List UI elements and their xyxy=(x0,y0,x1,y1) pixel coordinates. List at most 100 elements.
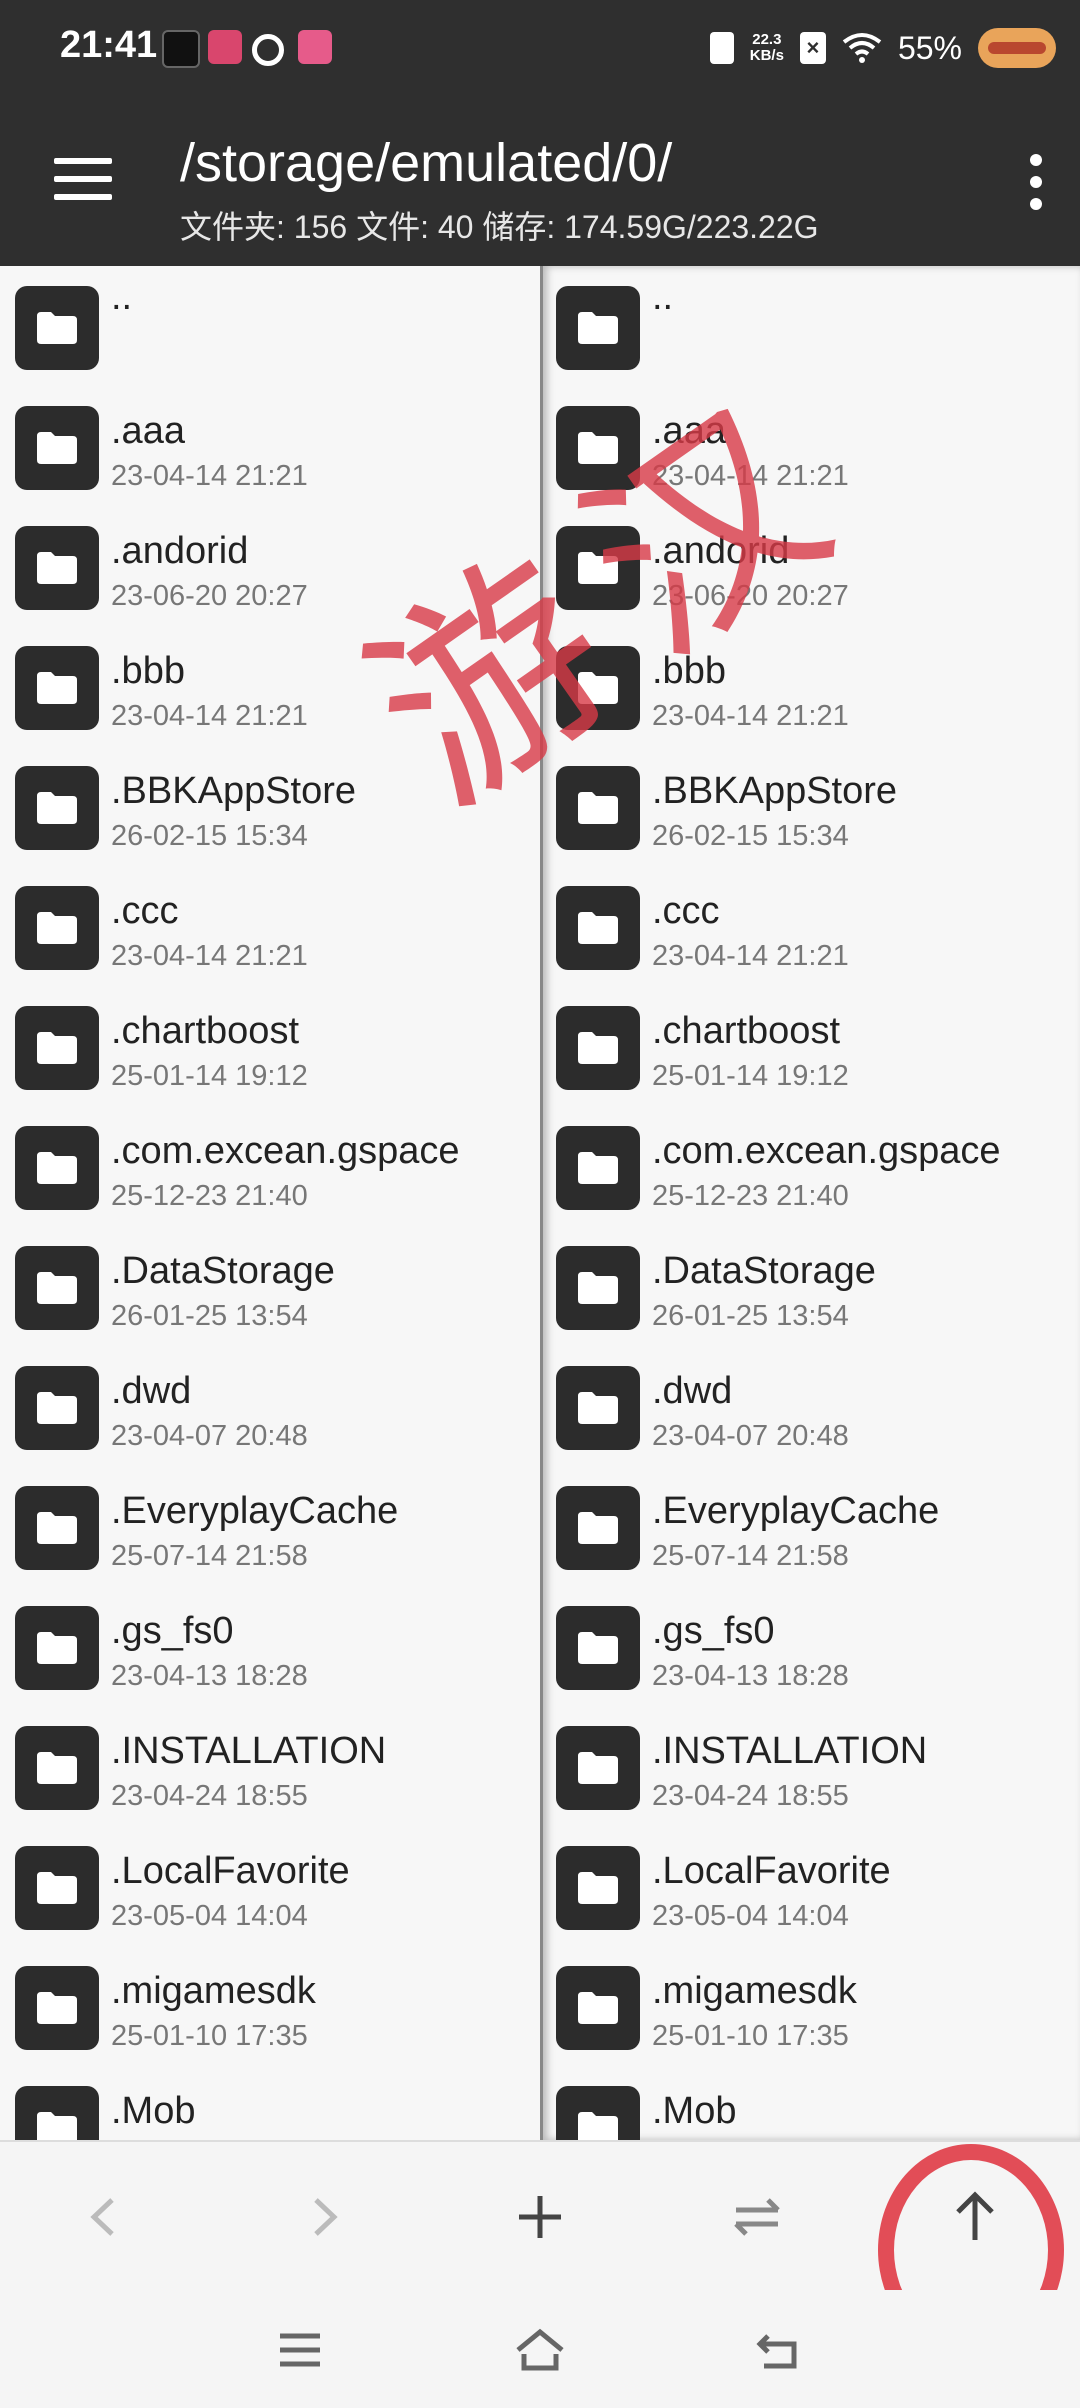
folder-icon xyxy=(556,1966,640,2050)
file-list-item[interactable]: .EveryplayCache 25-07-14 21:58 xyxy=(543,1466,1080,1586)
file-list-item[interactable]: .Mob xyxy=(0,2066,540,2140)
file-list-item[interactable]: .BBKAppStore 26-02-15 15:34 xyxy=(543,746,1080,866)
file-name: .BBKAppStore xyxy=(111,770,357,812)
folder-icon xyxy=(15,526,99,610)
clock: 21:41 xyxy=(60,24,158,66)
file-date: 26-01-25 13:54 xyxy=(111,1300,308,1332)
file-list-item[interactable]: .migamesdk 25-01-10 17:35 xyxy=(543,1946,1080,2066)
file-name: .gs_fs0 xyxy=(652,1610,775,1652)
file-list-item[interactable]: .dwd 23-04-07 20:48 xyxy=(0,1346,540,1466)
recent-apps-icon[interactable] xyxy=(270,2320,330,2380)
folder-icon xyxy=(15,286,99,370)
file-list-item[interactable]: .INSTALLATION 23-04-24 18:55 xyxy=(543,1706,1080,1826)
file-list-item[interactable]: .chartboost 25-01-14 19:12 xyxy=(543,986,1080,1106)
file-date: 26-02-15 15:34 xyxy=(111,820,308,852)
file-name: .Mob xyxy=(652,2090,737,2132)
folder-icon xyxy=(556,1846,640,1930)
more-options-icon[interactable] xyxy=(1026,154,1046,210)
file-name: .. xyxy=(652,276,674,318)
folder-icon xyxy=(556,1126,640,1210)
add-icon[interactable] xyxy=(505,2182,575,2252)
file-date: 25-01-14 19:12 xyxy=(652,1060,849,1092)
file-list-item[interactable]: .LocalFavorite 23-05-04 14:04 xyxy=(0,1826,540,1946)
current-path: /storage/emulated/0/ xyxy=(180,133,673,193)
file-name: .chartboost xyxy=(111,1010,299,1052)
folder-icon xyxy=(15,766,99,850)
wifi-icon xyxy=(842,33,882,63)
folder-icon xyxy=(556,886,640,970)
folder-icon xyxy=(556,1246,640,1330)
folder-icon xyxy=(556,286,640,370)
system-back-icon[interactable] xyxy=(750,2320,810,2380)
file-name: .gs_fs0 xyxy=(111,1610,234,1652)
file-name: .INSTALLATION xyxy=(111,1730,387,1772)
file-name: .LocalFavorite xyxy=(652,1850,891,1892)
file-list-item[interactable]: .DataStorage 26-01-25 13:54 xyxy=(0,1226,540,1346)
file-name: .DataStorage xyxy=(652,1250,876,1292)
folder-icon xyxy=(15,1486,99,1570)
file-date: 23-04-07 20:48 xyxy=(111,1420,308,1452)
folder-icon xyxy=(15,406,99,490)
file-list-item[interactable]: .ccc 23-04-14 21:21 xyxy=(543,866,1080,986)
file-list-item[interactable]: .. xyxy=(543,266,1080,386)
file-list-item[interactable]: .dwd 23-04-07 20:48 xyxy=(543,1346,1080,1466)
file-date: 23-05-04 14:04 xyxy=(111,1900,308,1932)
folder-icon xyxy=(556,1366,640,1450)
folder-icon xyxy=(15,1246,99,1330)
file-name: .. xyxy=(111,276,133,318)
file-name: .migamesdk xyxy=(111,1970,316,2012)
file-list-item[interactable]: .gs_fs0 23-04-13 18:28 xyxy=(543,1586,1080,1706)
file-date: 25-12-23 21:40 xyxy=(652,1180,849,1212)
file-name: .BBKAppStore xyxy=(652,770,898,812)
menu-icon[interactable] xyxy=(54,158,112,204)
folder-icon xyxy=(556,1606,640,1690)
forward-arrow-icon[interactable] xyxy=(288,2182,358,2252)
swap-panes-icon[interactable] xyxy=(722,2182,792,2252)
app-toolbar: /storage/emulated/0/ 文件夹: 156 文件: 40 储存:… xyxy=(0,96,1080,266)
network-speed: 22.3 KB/s xyxy=(749,31,784,64)
folder-icon xyxy=(15,1006,99,1090)
file-list-item[interactable]: .migamesdk 25-01-10 17:35 xyxy=(0,1946,540,2066)
file-date: 26-01-25 13:54 xyxy=(652,1300,849,1332)
folder-icon xyxy=(15,886,99,970)
file-list-item[interactable]: .com.excean.gspace 25-12-23 21:40 xyxy=(543,1106,1080,1226)
file-date: 23-04-24 18:55 xyxy=(652,1780,849,1812)
file-list-item[interactable]: .INSTALLATION 23-04-24 18:55 xyxy=(0,1706,540,1826)
file-date: 25-01-10 17:35 xyxy=(652,2020,849,2052)
folder-icon xyxy=(15,1726,99,1810)
file-date: 23-04-24 18:55 xyxy=(111,1780,308,1812)
file-date: 23-06-20 20:27 xyxy=(111,580,308,612)
file-name: .dwd xyxy=(111,1370,192,1412)
file-date: 25-01-10 17:35 xyxy=(111,2020,308,2052)
folder-icon xyxy=(15,1966,99,2050)
no-sim-icon: × xyxy=(799,32,826,64)
file-list-item[interactable]: .com.excean.gspace 25-12-23 21:40 xyxy=(0,1106,540,1226)
file-name: .andorid xyxy=(111,530,249,572)
file-list-item[interactable]: .. xyxy=(0,266,540,386)
file-list-item[interactable]: .chartboost 25-01-14 19:12 xyxy=(0,986,540,1106)
file-date: 25-12-23 21:40 xyxy=(111,1180,308,1212)
file-name: .Mob xyxy=(111,2090,196,2132)
file-name: .migamesdk xyxy=(652,1970,857,2012)
folder-icon xyxy=(15,2086,99,2140)
file-list-item[interactable]: .LocalFavorite 23-05-04 14:04 xyxy=(543,1826,1080,1946)
file-list-item[interactable]: .gs_fs0 23-04-13 18:28 xyxy=(0,1586,540,1706)
file-list-item[interactable]: .Mob xyxy=(543,2066,1080,2140)
file-name: .EveryplayCache xyxy=(652,1490,940,1532)
battery-icon xyxy=(978,28,1056,68)
file-name: .dwd xyxy=(652,1370,733,1412)
file-name: .ccc xyxy=(652,890,720,932)
back-arrow-icon[interactable] xyxy=(70,2182,140,2252)
file-list-item[interactable]: .DataStorage 26-01-25 13:54 xyxy=(543,1226,1080,1346)
home-icon[interactable] xyxy=(510,2320,570,2380)
folder-icon xyxy=(15,1846,99,1930)
folder-icon xyxy=(15,1606,99,1690)
folder-icon xyxy=(556,2086,640,2140)
file-list-item[interactable]: .ccc 23-04-14 21:21 xyxy=(0,866,540,986)
file-date: 23-04-13 18:28 xyxy=(111,1660,308,1692)
folder-icon xyxy=(556,1006,640,1090)
folder-icon xyxy=(15,1366,99,1450)
file-name: .EveryplayCache xyxy=(111,1490,399,1532)
file-list-item[interactable]: .EveryplayCache 25-07-14 21:58 xyxy=(0,1466,540,1586)
file-name: .LocalFavorite xyxy=(111,1850,350,1892)
